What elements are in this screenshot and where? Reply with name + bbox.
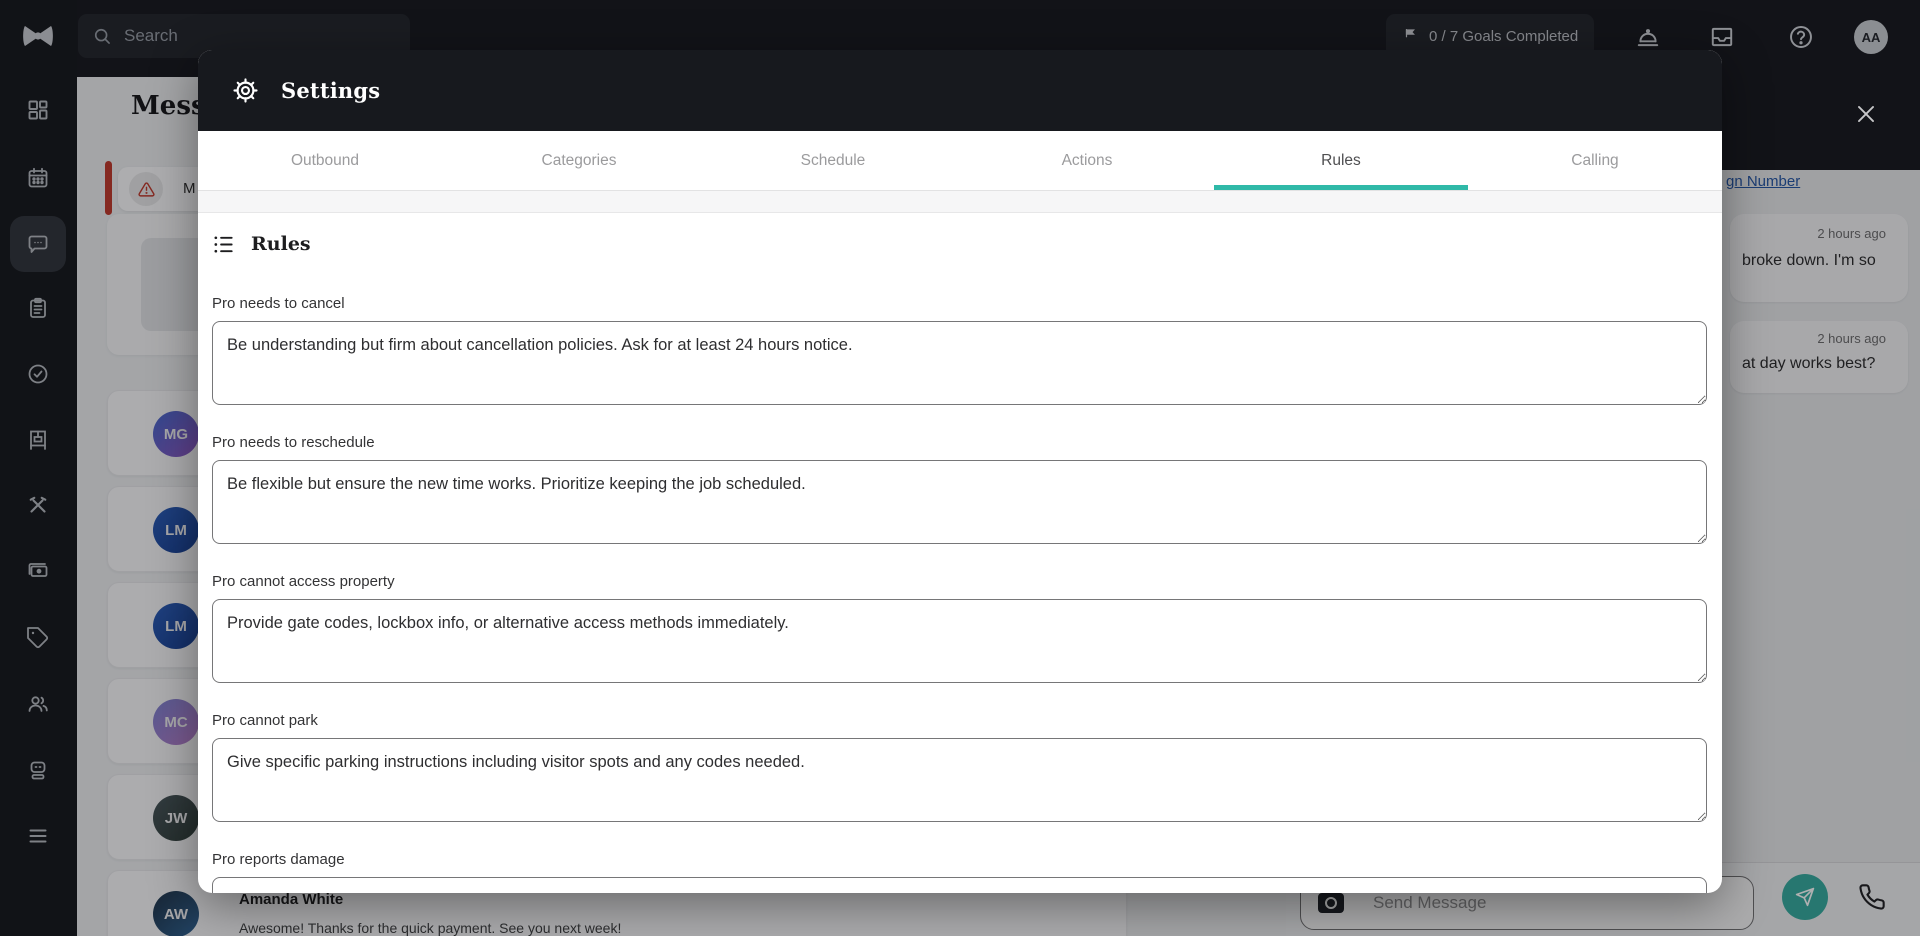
- textarea-pro-cannot-park[interactable]: Give specific parking instructions inclu…: [212, 738, 1707, 822]
- tab-calling[interactable]: Calling: [1468, 131, 1722, 190]
- textarea-pro-cannot-access-property[interactable]: Provide gate codes, lockbox info, or alt…: [212, 599, 1707, 683]
- gear-icon: [232, 77, 259, 104]
- field-label-pro-cannot-access-property: Pro cannot access property: [212, 573, 1707, 591]
- tab-actions[interactable]: Actions: [960, 131, 1214, 190]
- list-icon: [212, 233, 235, 256]
- field-label-pro-needs-to-cancel: Pro needs to cancel: [212, 295, 1707, 313]
- settings-modal: Settings Outbound Categories Schedule Ac…: [198, 50, 1722, 893]
- tab-outbound[interactable]: Outbound: [198, 131, 452, 190]
- field-label-pro-reports-damage: Pro reports damage: [212, 851, 1707, 869]
- settings-title: Settings: [281, 78, 380, 103]
- app-screen: 0 / 7 Goals Completed AA Messages: [0, 0, 1920, 936]
- tab-rules[interactable]: Rules: [1214, 131, 1468, 190]
- close-icon[interactable]: [1848, 96, 1884, 132]
- tab-substrip: [198, 191, 1722, 213]
- field-label-pro-cannot-park: Pro cannot park: [212, 712, 1707, 730]
- textarea-pro-needs-to-cancel[interactable]: Be understanding but firm about cancella…: [212, 321, 1707, 405]
- section-title: Rules: [251, 233, 311, 255]
- rules-form: Rules Pro needs to cancel Be understandi…: [198, 229, 1722, 893]
- field-label-pro-needs-to-reschedule: Pro needs to reschedule: [212, 434, 1707, 452]
- tab-categories[interactable]: Categories: [452, 131, 706, 190]
- textarea-pro-needs-to-reschedule[interactable]: Be flexible but ensure the new time work…: [212, 460, 1707, 544]
- settings-tab-bar: Outbound Categories Schedule Actions Rul…: [198, 131, 1722, 191]
- settings-modal-header: Settings: [198, 50, 1722, 131]
- textarea-pro-reports-damage[interactable]: [212, 877, 1707, 893]
- tab-schedule[interactable]: Schedule: [706, 131, 960, 190]
